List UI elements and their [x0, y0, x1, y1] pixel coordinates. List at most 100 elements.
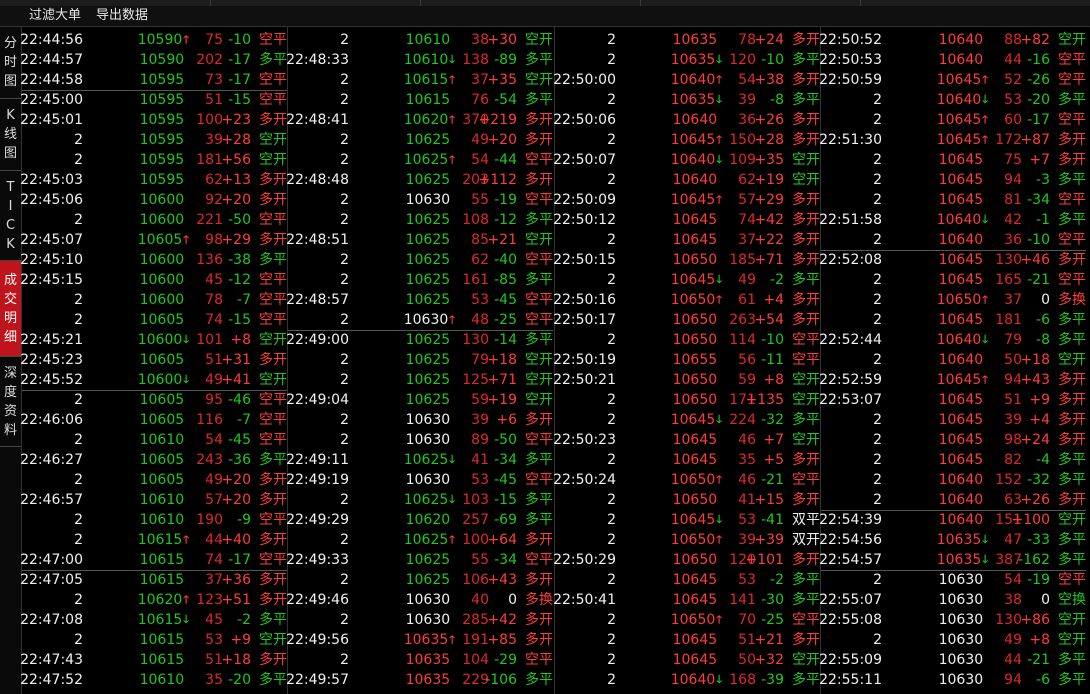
- trade-type: 多开: [259, 192, 287, 208]
- trade-row: 22:46:06 10605 116 -7 空平: [20, 410, 287, 430]
- trade-oi-delta: -2: [770, 572, 784, 588]
- trade-column-2: 2 10610 38 +30 空开 22:48:33 10610🡓 138 -89 多平 2 106…: [286, 27, 553, 694]
- trade-row: 2 10645 98 +24 多开: [821, 430, 1086, 450]
- trade-row: 2 10640 36 -10 空平: [821, 230, 1086, 250]
- trade-type: 空开: [259, 632, 287, 648]
- trade-price-value: 10625: [405, 332, 451, 348]
- arrow-up-icon: 🡑: [716, 293, 722, 306]
- trade-oi-delta: -17: [228, 52, 251, 68]
- trade-price: 10640: [939, 230, 988, 250]
- trade-oi-delta: +54: [754, 312, 784, 328]
- trade-oi-delta: -10: [228, 32, 251, 48]
- trade-oi-delta: +20: [487, 132, 517, 148]
- trade-type: 多开: [792, 32, 820, 48]
- trade-price-value: 10645: [936, 72, 982, 88]
- trade-price-value: 10610: [403, 52, 449, 68]
- trade-row: 2 10630 54 -19 空平: [821, 570, 1086, 590]
- trade-type: 空平: [525, 432, 553, 448]
- trade-time: 22:53:07: [819, 392, 882, 408]
- side-tab-3[interactable]: 成交明细: [0, 261, 21, 357]
- trade-time: 22:44:57: [20, 52, 83, 68]
- trade-type: 空平: [525, 252, 553, 268]
- trade-price-value: 10620: [137, 592, 183, 608]
- trade-row: 2 10645 50 +32 空开: [555, 650, 820, 670]
- trade-price-value: 10645: [670, 192, 716, 208]
- trade-type: 多平: [1058, 332, 1086, 348]
- trade-price-value: 10625: [405, 232, 451, 248]
- trade-price: 10630: [406, 610, 455, 630]
- trade-time: 22:50:24: [553, 472, 616, 488]
- trade-row: 2 10645 165 -21 空平: [821, 270, 1086, 290]
- arrow-up-icon: 🡑: [183, 233, 189, 246]
- trade-volume: 53: [471, 472, 489, 488]
- trade-row: 2 10645🡑 150 +28 多开: [555, 130, 820, 150]
- trade-time: 2: [873, 492, 882, 508]
- arrow-down-icon: 🡓: [716, 93, 722, 106]
- trade-price-value: 10605: [137, 232, 183, 248]
- filter-big-orders-button[interactable]: 过滤大单: [29, 7, 81, 25]
- trade-price-value: 10625: [405, 372, 451, 388]
- trade-volume: 285: [462, 612, 489, 628]
- trade-time: 22:48:51: [286, 232, 349, 248]
- trade-price-value: 10645: [938, 412, 984, 428]
- arrow-down-icon: 🡓: [183, 613, 189, 626]
- side-tab-0[interactable]: 分时图: [0, 27, 21, 99]
- trade-price-value: 10610: [139, 492, 185, 508]
- side-tab-1[interactable]: K线图: [0, 99, 21, 171]
- trade-oi-delta: -2: [237, 612, 251, 628]
- trade-type: 多开: [792, 212, 820, 228]
- trade-type: 空平: [792, 472, 820, 488]
- trade-type: 多开: [259, 492, 287, 508]
- trade-oi-delta: +101: [745, 552, 784, 568]
- trade-type: 多开: [259, 592, 287, 608]
- arrow-down-icon: 🡓: [183, 373, 189, 386]
- trade-type: 空平: [792, 352, 820, 368]
- trade-volume: 224: [729, 412, 756, 428]
- trade-row: 2 10640🡓 53 -20 多平: [821, 90, 1086, 110]
- trade-price-value: 10595: [139, 172, 185, 188]
- trade-oi-delta: +8: [230, 332, 251, 348]
- trade-price: 10650: [673, 390, 722, 410]
- trade-row: 2 10645 82 -4 多平: [821, 450, 1086, 470]
- group-separator: [22, 90, 287, 91]
- trade-price: 10645: [939, 150, 988, 170]
- trade-time: 2: [340, 32, 349, 48]
- trade-price-value: 10655: [672, 352, 718, 368]
- trade-time: 22:45:23: [20, 352, 83, 368]
- trade-time: 22:50:23: [553, 432, 616, 448]
- trade-oi-delta: +28: [754, 132, 784, 148]
- trade-oi-delta: -36: [228, 452, 251, 468]
- trade-volume: 116: [196, 412, 223, 428]
- trade-row: 2 10605 95 -46 空平: [22, 390, 287, 410]
- trade-time: 2: [74, 312, 83, 328]
- trade-time: 2: [873, 112, 882, 128]
- trade-oi-delta: -25: [761, 612, 784, 628]
- trade-oi-delta: +41: [221, 372, 251, 388]
- trade-oi-delta: -32: [1027, 472, 1050, 488]
- trade-time: 22:49:29: [286, 512, 349, 528]
- trade-volume: 44: [205, 532, 223, 548]
- arrow-down-icon: 🡓: [982, 93, 988, 106]
- trade-price: 10615🡓: [138, 610, 189, 630]
- trade-oi-delta: -1: [1036, 212, 1050, 228]
- trade-oi-delta: +23: [221, 112, 251, 128]
- trade-price: 10625: [406, 210, 455, 230]
- trade-oi-delta: +42: [754, 212, 784, 228]
- trade-row: 22:47:08 10615🡓 45 -2 多平: [20, 610, 287, 630]
- trade-volume: 243: [196, 452, 223, 468]
- trade-price: 10650🡑: [671, 470, 722, 490]
- trade-oi-delta: -20: [228, 672, 251, 688]
- toolbar: 过滤大单 导出数据: [0, 6, 1090, 27]
- side-tab-2[interactable]: TICK: [0, 171, 21, 261]
- trade-oi-delta: -6: [1036, 312, 1050, 328]
- trade-type: 多开: [792, 292, 820, 308]
- trade-time: 2: [74, 532, 83, 548]
- trade-volume: 165: [995, 272, 1022, 288]
- side-tab-4[interactable]: 深度资料: [0, 357, 21, 447]
- export-data-button[interactable]: 导出数据: [96, 7, 148, 25]
- trade-type: 多开: [525, 572, 553, 588]
- trade-price-value: 10640: [938, 352, 984, 368]
- trade-oi-delta: -45: [228, 432, 251, 448]
- trade-type: 空开: [792, 432, 820, 448]
- trade-oi-delta: -50: [228, 212, 251, 228]
